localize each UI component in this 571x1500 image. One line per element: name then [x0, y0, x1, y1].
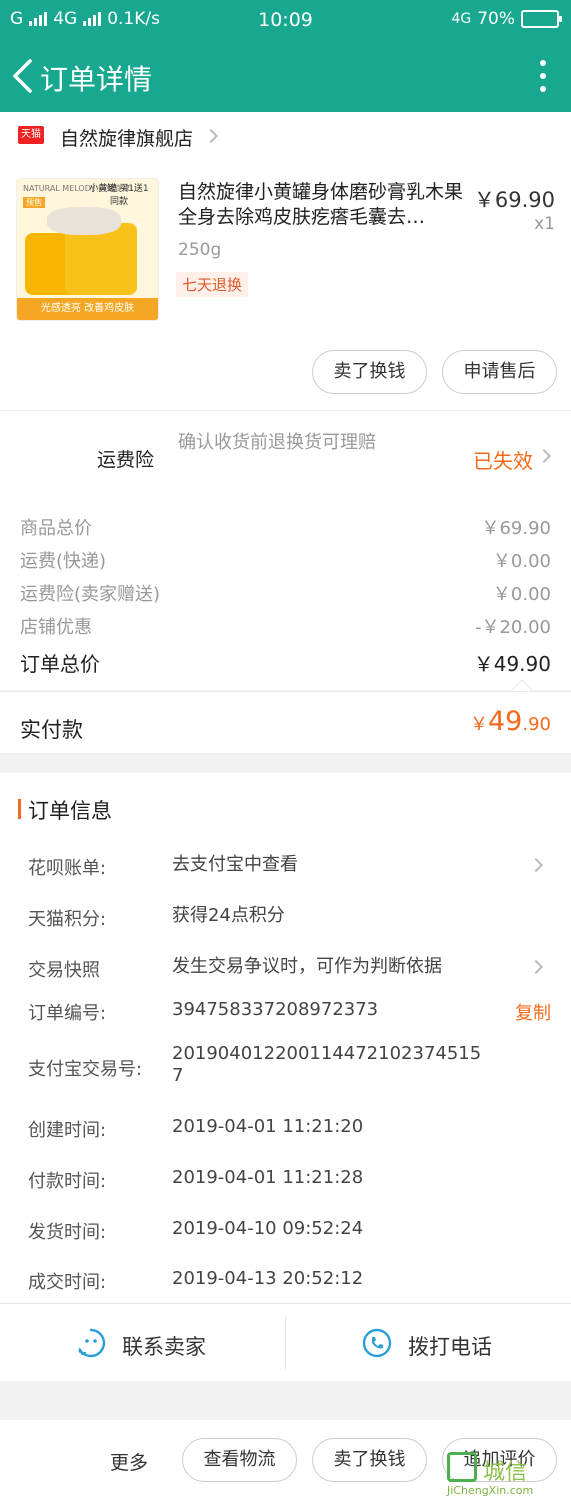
info-label: 发货时间:	[28, 1222, 107, 1243]
summary-value: ￥0.00	[492, 584, 551, 605]
info-value: 获得24点积分	[172, 905, 285, 926]
order-info-section: 订单信息 花呗账单: 去支付宝中查看 天猫积分: 获得24点积分 交易快照 发生…	[0, 773, 571, 1303]
info-label: 天猫积分:	[28, 909, 107, 930]
cream-shape	[47, 207, 121, 235]
summary-row: 运费险(卖家赠送) ￥0.00	[20, 580, 551, 606]
order-total-label: 订单总价	[20, 652, 100, 676]
chevron-right-icon	[528, 857, 544, 873]
store-name[interactable]: 自然旋律旗舰店	[60, 124, 193, 151]
summary-label: 运费险(卖家赠送)	[20, 584, 161, 605]
info-value: 2019-04-01 11:21:20	[172, 1116, 364, 1137]
contact-seller-button[interactable]: 联系卖家	[122, 1331, 206, 1361]
back-arrow-icon[interactable]	[10, 58, 36, 94]
info-label: 付款时间:	[28, 1171, 107, 1192]
resell-button[interactable]: 卖了换钱	[312, 1438, 427, 1482]
network-right-label: 4G	[451, 11, 472, 27]
app-header: 订单详情	[0, 40, 571, 112]
info-label: 支付宝交易号:	[28, 1059, 143, 1080]
more-actions-button[interactable]: 更多	[110, 1448, 148, 1475]
order-total-row: 订单总价 ￥49.90	[20, 648, 551, 677]
status-bar: G 4G 0.1K/s 10:09 4G 70%	[0, 0, 571, 40]
summary-label: 商品总价	[20, 518, 92, 539]
contact-bar: 联系卖家 拨打电话	[0, 1303, 571, 1381]
product-quantity: x1	[534, 214, 555, 234]
page-title: 订单详情	[40, 63, 153, 96]
summary-row: 运费(快递) ￥0.00	[20, 547, 551, 573]
image-band-text: 光感透亮 改善鸡皮肤	[17, 298, 158, 320]
insurance-status: 已失效	[473, 449, 533, 473]
product-image[interactable]: NATURAL MELODY 自然旋律 预售 小黄罐 买1送1同款 光感透亮 改…	[16, 178, 159, 321]
summary-label: 运费(快递)	[20, 551, 107, 572]
product-price: ￥69.90	[473, 188, 555, 212]
info-label: 创建时间:	[28, 1120, 107, 1141]
copy-button[interactable]: 复制	[515, 999, 551, 1025]
image-promo-text: 小黄罐 买1送1同款	[89, 184, 149, 207]
watermark-url: JiChengXin.com	[447, 1484, 534, 1497]
chevron-right-icon	[528, 959, 544, 975]
info-value: 去支付宝中查看	[172, 854, 298, 875]
watermark-mark	[447, 1452, 477, 1482]
info-label: 交易快照	[28, 960, 100, 981]
chevron-right-icon	[536, 448, 552, 464]
info-value: 394758337208972373	[172, 999, 379, 1020]
insurance-desc: 确认收货前退换货可理赔	[178, 432, 376, 453]
resell-button[interactable]: 卖了换钱	[312, 350, 427, 394]
info-label: 花呗账单:	[28, 858, 107, 879]
chat-smile-icon	[76, 1328, 106, 1358]
summary-value: ￥69.90	[481, 518, 551, 539]
order-total-value: ￥49.90	[473, 652, 551, 676]
product-title[interactable]: 自然旋律小黄罐身体磨砂膏乳木果全身去除鸡皮肤疙瘩毛囊去…	[178, 180, 468, 230]
image-flag-text: 预售	[23, 197, 45, 208]
product-spec: 250g	[178, 240, 222, 260]
paid-label: 实付款	[20, 718, 83, 742]
section-accent-bar	[18, 799, 21, 819]
return-policy-tag: 七天退换	[176, 272, 249, 297]
after-sales-button[interactable]: 申请售后	[442, 350, 557, 394]
paid-amount: ￥49.90	[470, 706, 551, 737]
battery-percent: 70%	[477, 9, 515, 29]
paid-amount-integer: 49	[488, 706, 523, 737]
battery-icon	[521, 10, 562, 28]
summary-value: ￥0.00	[492, 551, 551, 572]
watermark-logo: 城信 JiChengXin.com	[447, 1452, 565, 1500]
chevron-right-icon	[203, 128, 219, 144]
info-value: 2019-04-01 11:21:28	[172, 1167, 364, 1188]
divider	[285, 1316, 286, 1370]
info-value: 2019-04-13 20:52:12	[172, 1268, 364, 1289]
info-value: 2019-04-10 09:52:24	[172, 1218, 364, 1239]
info-label: 订单编号:	[28, 1003, 107, 1024]
currency-symbol: ￥	[470, 714, 488, 735]
insurance-label: 运费险	[97, 449, 155, 471]
phone-icon	[362, 1328, 392, 1358]
price-summary: 商品总价 ￥69.90 运费(快递) ￥0.00 运费险(卖家赠送) ￥0.00…	[0, 500, 571, 699]
summary-row: 商品总价 ￥69.90	[20, 514, 551, 540]
section-title: 订单信息	[28, 799, 112, 823]
tmall-badge: 天猫	[18, 126, 44, 144]
store-row[interactable]: 天猫 自然旋律旗舰店	[0, 112, 571, 160]
paid-amount-row: 实付款 ￥49.90	[0, 691, 571, 753]
info-value: 发生交易争议时，可作为判断依据	[172, 956, 442, 977]
summary-label: 店铺优惠	[20, 617, 92, 638]
paid-amount-decimal: .90	[522, 714, 551, 735]
summary-row: 店铺优惠 -￥20.00	[20, 613, 551, 639]
more-menu-icon[interactable]	[537, 60, 549, 92]
product-card: NATURAL MELODY 自然旋律 预售 小黄罐 买1送1同款 光感透亮 改…	[0, 160, 571, 410]
summary-value: -￥20.00	[474, 617, 551, 638]
info-label: 成交时间:	[28, 1272, 107, 1293]
view-logistics-button[interactable]: 查看物流	[182, 1438, 297, 1482]
info-value: 201904012200114472102374515 7	[172, 1043, 482, 1086]
shipping-insurance-row[interactable]: 运费险 确认收货前退换货可理赔 已失效	[0, 410, 571, 500]
call-button[interactable]: 拨打电话	[408, 1331, 492, 1361]
watermark-name: 城信	[483, 1460, 528, 1485]
